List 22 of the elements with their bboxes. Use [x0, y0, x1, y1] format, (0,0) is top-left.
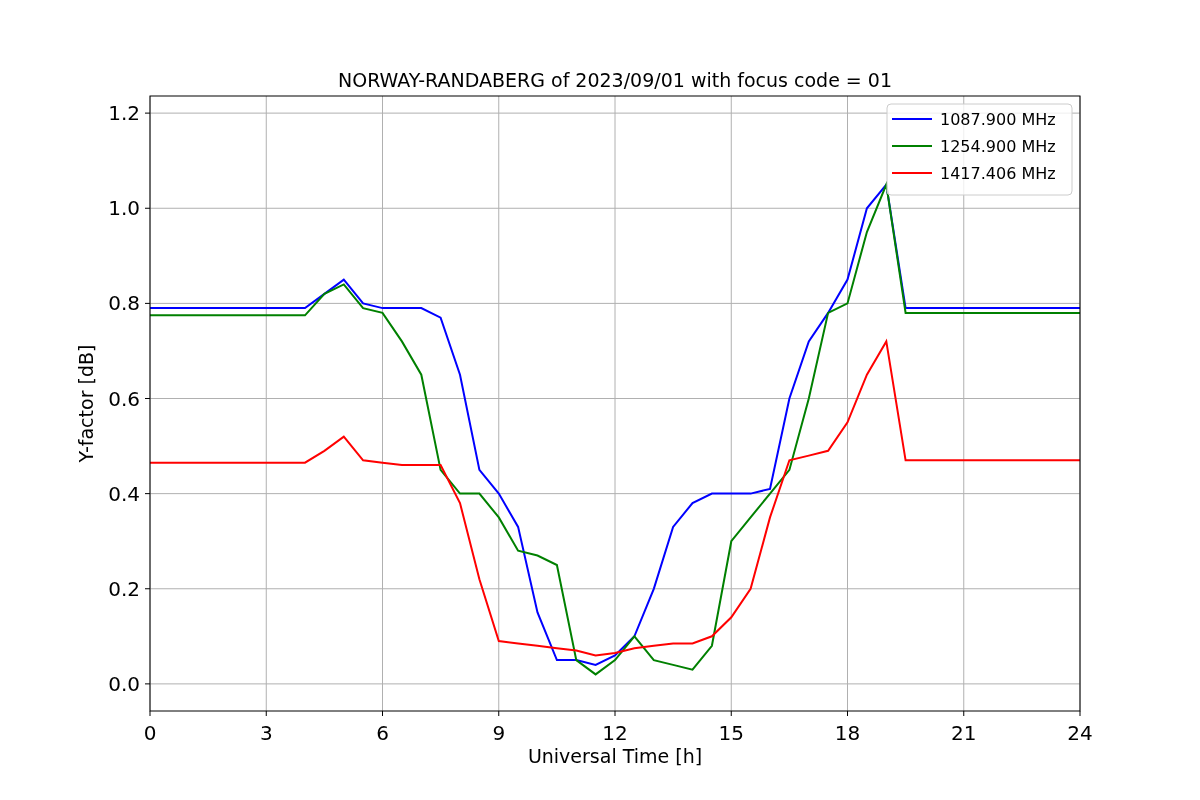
y-tick-label: 0.8	[108, 291, 140, 316]
x-tick-label: 18	[834, 721, 861, 745]
x-axis-label: Universal Time [h]	[527, 745, 703, 767]
x-tick-label: 21	[951, 721, 977, 745]
legend-label: 1087.900 MHz	[940, 110, 1056, 129]
legend-label: 1254.900 MHz	[940, 137, 1056, 156]
x-tick-label: 0	[143, 721, 157, 745]
chart-title: NORWAY-RANDABERG of 2023/09/01 with focus code = 01	[338, 69, 892, 91]
x-tick-label: 15	[718, 721, 744, 745]
y-tick-label: 0.4	[108, 481, 140, 506]
y-tick-label: 0.2	[108, 576, 140, 601]
x-tick-label: 24	[1067, 721, 1093, 745]
x-tick-label: 3	[259, 721, 273, 745]
x-tick-label: 9	[492, 721, 506, 745]
y-tick-label: 1.2	[108, 101, 140, 126]
y-tick-label: 0.0	[108, 671, 140, 696]
y-tick-label: 1.0	[108, 196, 140, 221]
x-tick-label: 6	[376, 721, 389, 745]
x-tick-label: 12	[602, 721, 628, 745]
y-tick-label: 0.6	[108, 386, 140, 411]
legend-label: 1417.406 MHz	[940, 164, 1056, 183]
y-axis-label: Y-factor [dB]	[75, 344, 97, 463]
